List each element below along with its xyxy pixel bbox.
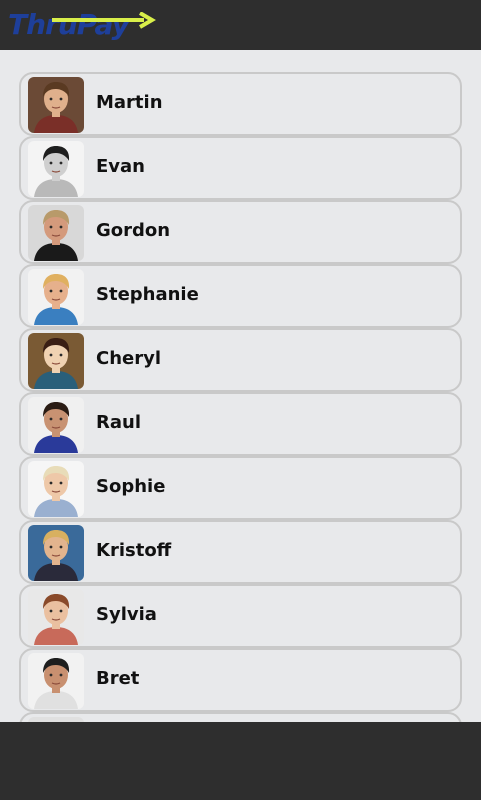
contact-name: Martin [96, 92, 163, 113]
contact-name: Raul [96, 412, 141, 433]
contact-row[interactable]: Martin [19, 72, 462, 136]
kristoff-avatar [28, 525, 84, 581]
contact-name: Cheryl [96, 348, 162, 369]
contact-name: Kristoff [96, 540, 172, 561]
contact-row[interactable] [19, 712, 462, 722]
contact-name: Gordon [96, 220, 171, 241]
sophie-avatar [28, 461, 84, 517]
logo-arrow-icon [52, 12, 156, 29]
contact-row[interactable]: Kristoff [19, 520, 462, 584]
contact-row[interactable]: Gordon [19, 200, 462, 264]
contact-row[interactable]: Sophie [19, 456, 462, 520]
contact-row[interactable]: Raul [19, 392, 462, 456]
contact-row[interactable]: Sylvia [19, 584, 462, 648]
evan-avatar [28, 141, 84, 197]
gordon-avatar [28, 205, 84, 261]
bottom-bar [0, 722, 481, 800]
contact-name: Evan [96, 156, 145, 177]
martin-avatar [28, 77, 84, 133]
bret-avatar [28, 653, 84, 709]
stephanie-avatar [28, 269, 84, 325]
sylvia-avatar [28, 589, 84, 645]
cheryl-avatar [28, 333, 84, 389]
contact-row[interactable]: Evan [19, 136, 462, 200]
contact-name: Bret [96, 668, 140, 689]
raul-avatar [28, 397, 84, 453]
contacts-screen[interactable]: Martin Evan Gordon Stephanie Cheryl Raul Sophi… [0, 50, 481, 722]
contact-row[interactable]: Bret [19, 648, 462, 712]
contact-list[interactable]: Martin Evan Gordon Stephanie Cheryl Raul Sophi… [19, 72, 462, 722]
app-header: ThruPay [0, 0, 481, 50]
contact-name: Stephanie [96, 284, 199, 305]
thrupay-logo: ThruPay [8, 8, 158, 46]
contact-name: Sylvia [96, 604, 157, 625]
contact-row[interactable]: Cheryl [19, 328, 462, 392]
contact-name: Sophie [96, 476, 166, 497]
contact-row[interactable]: Stephanie [19, 264, 462, 328]
